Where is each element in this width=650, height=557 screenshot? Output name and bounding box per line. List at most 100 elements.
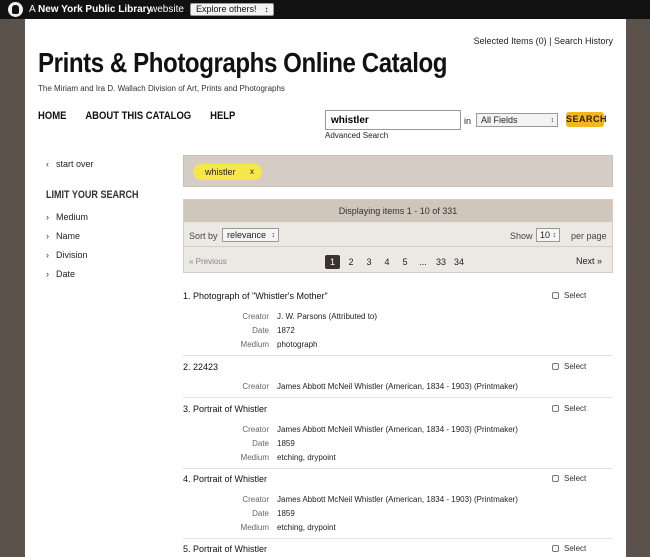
meta-value: James Abbott McNeil Whistler (American, … (277, 425, 518, 434)
meta-key: Creator (242, 382, 269, 391)
facet-date[interactable]: › Date (46, 269, 75, 279)
checkbox-icon[interactable] (552, 545, 559, 553)
page-ellipsis: ... (419, 257, 427, 267)
updown-caret-icon: ↕ (271, 232, 276, 239)
start-over-label: start over (56, 159, 94, 169)
checkbox-icon[interactable] (552, 292, 559, 300)
start-over-link[interactable]: ‹ start over (46, 159, 94, 169)
remove-filter-icon[interactable]: x (250, 164, 254, 180)
nypl-lion-logo-icon[interactable] (8, 2, 23, 17)
checkbox-icon[interactable] (552, 405, 559, 413)
chevron-right-icon: › (46, 269, 49, 279)
select-checkbox[interactable]: Select (552, 544, 586, 553)
nav-help[interactable]: HELP (210, 110, 235, 122)
meta-key: Date (252, 326, 269, 335)
pagination: 1 2 3 4 5... 33 34 (325, 255, 468, 269)
facet-label: Name (56, 231, 81, 241)
meta-key: Medium (240, 453, 269, 462)
main-page: Selected Items (0) | Search History Prin… (25, 19, 626, 557)
updown-caret-icon: ↕ (264, 5, 269, 14)
meta-value: etching, drypoint (277, 453, 336, 462)
show-label: Show (510, 231, 533, 241)
result-divider (183, 538, 613, 539)
select-checkbox[interactable]: Select (552, 404, 586, 413)
select-label: Select (564, 544, 587, 553)
select-checkbox[interactable]: Select (552, 362, 586, 371)
selected-items-link[interactable]: Selected Items (0) (474, 36, 547, 46)
topbar-website-text: website (150, 4, 184, 15)
advanced-search-link[interactable]: Advanced Search (325, 131, 388, 140)
select-checkbox[interactable]: Select (552, 291, 586, 300)
main-nav: HOME ABOUT THIS CATALOG HELP (38, 110, 252, 122)
results-header: Displaying items 1 - 10 of 331 Sort by r… (183, 199, 613, 273)
topbar-a: A (29, 4, 36, 15)
chevron-right-icon: › (46, 231, 49, 241)
page-link[interactable]: 5 (396, 255, 414, 269)
updown-caret-icon: ↕ (552, 232, 557, 239)
filter-chip: whistler x (193, 164, 262, 180)
facet-label: Division (56, 250, 88, 260)
nypl-top-bar: A New York Public Library website Explor… (0, 0, 650, 19)
next-page-link[interactable]: Next » (576, 256, 602, 266)
filter-chip-label: whistler (205, 167, 236, 177)
page-subtitle: The Miriam and Ira D. Wallach Division o… (38, 84, 285, 93)
search-field-value: All Fields (481, 115, 518, 125)
per-page-label: per page (571, 231, 607, 241)
facet-label: Medium (56, 212, 89, 222)
page-link[interactable]: 34 (450, 255, 468, 269)
nav-about[interactable]: ABOUT THIS CATALOG (85, 110, 191, 122)
nypl-link[interactable]: New York Public Library (38, 4, 152, 15)
meta-key: Creator (242, 425, 269, 434)
meta-value: James Abbott McNeil Whistler (American, … (277, 495, 518, 504)
checkbox-icon[interactable] (552, 363, 559, 371)
chevron-right-icon: › (46, 212, 49, 222)
meta-value: James Abbott McNeil Whistler (American, … (277, 382, 518, 391)
facet-label: Date (56, 269, 76, 279)
result-title[interactable]: 3. Portrait of Whistler (183, 404, 267, 414)
result-divider (183, 355, 613, 356)
result-title[interactable]: 2. 22423 (183, 362, 218, 372)
facet-name[interactable]: › Name (46, 231, 80, 241)
select-label: Select (564, 404, 587, 413)
sort-select[interactable]: relevance ↕ (222, 228, 279, 242)
updown-caret-icon: ↕ (550, 117, 555, 124)
result-title[interactable]: 4. Portrait of Whistler (183, 474, 267, 484)
facet-division[interactable]: › Division (46, 250, 88, 260)
facet-medium[interactable]: › Medium (46, 212, 88, 222)
meta-value: 1872 (277, 326, 295, 335)
meta-key: Medium (240, 340, 269, 349)
per-page-value: 10 (540, 230, 551, 240)
result-divider (183, 468, 613, 469)
meta-key: Creator (242, 312, 269, 321)
per-page-select[interactable]: 10 ↕ (536, 228, 560, 242)
select-label: Select (564, 362, 587, 371)
page-title[interactable]: Prints & Photographs Online Catalog (38, 47, 447, 79)
meta-value: J. W. Parsons (Attributed to) (277, 312, 378, 321)
meta-value: 1859 (277, 439, 295, 448)
nav-home[interactable]: HOME (38, 110, 66, 122)
select-label: Select (564, 291, 587, 300)
page-link[interactable]: 3 (360, 255, 378, 269)
meta-key: Medium (240, 523, 269, 532)
select-checkbox[interactable]: Select (552, 474, 586, 483)
result-title[interactable]: 5. Portrait of Whistler (183, 544, 267, 554)
utility-links: Selected Items (0) | Search History (474, 36, 613, 46)
page-link[interactable]: 4 (378, 255, 396, 269)
search-input[interactable] (325, 110, 461, 130)
search-history-link[interactable]: Search History (554, 36, 613, 46)
result-title[interactable]: 1. Photograph of "Whistler's Mother" (183, 291, 328, 301)
result-divider (183, 397, 613, 398)
page-link[interactable]: 33 (432, 255, 450, 269)
search-field-select[interactable]: All Fields ↕ (476, 113, 558, 127)
meta-key: Date (252, 509, 269, 518)
search-button[interactable]: SEARCH (566, 112, 607, 127)
checkbox-icon[interactable] (552, 475, 559, 483)
page-link-current[interactable]: 1 (325, 255, 340, 269)
explore-others-label: Explore others! (196, 4, 257, 14)
explore-others-dropdown[interactable]: Explore others! ↕ (190, 3, 274, 16)
sort-label: Sort by (189, 231, 218, 241)
search-in-label: in (464, 116, 472, 126)
meta-key: Date (252, 439, 269, 448)
chevron-right-icon: › (46, 250, 49, 260)
page-link[interactable]: 2 (342, 255, 360, 269)
